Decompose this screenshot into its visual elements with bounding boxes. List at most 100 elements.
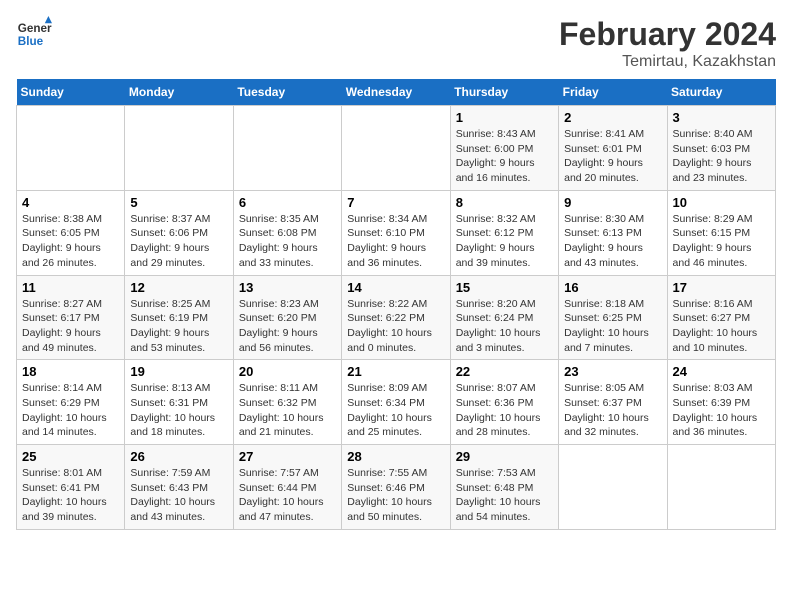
day-number: 4 [22,195,119,210]
weekday-header-row: SundayMondayTuesdayWednesdayThursdayFrid… [17,79,776,106]
calendar-cell: 2 Sunrise: 8:41 AM Sunset: 6:01 PM Daylig… [559,106,667,191]
calendar-week-row: 1Sunrise: 8:43 AM Sunset: 6:00 PM Daylig… [17,106,776,191]
calendar-body: 1Sunrise: 8:43 AM Sunset: 6:00 PM Daylig… [17,106,776,530]
day-info: Sunrise: 8:38 AM Sunset: 6:05 PM Dayligh… [22,212,119,271]
day-number: 11 [22,280,119,295]
main-title: February 2024 [559,16,776,53]
day-number: 28 [347,449,444,464]
day-info: Sunrise: 8:03 AM Sunset: 6:39 PM Dayligh… [673,381,770,440]
calendar-week-row: 18 Sunrise: 8:14 AM Sunset: 6:29 PM Dayli… [17,360,776,445]
calendar-cell: 1Sunrise: 8:43 AM Sunset: 6:00 PM Daylig… [450,106,558,191]
calendar-cell: 28 Sunrise: 7:55 AM Sunset: 6:46 PM Dayli… [342,445,450,530]
calendar-cell: 22 Sunrise: 8:07 AM Sunset: 6:36 PM Dayli… [450,360,558,445]
logo-icon: General Blue [16,16,52,52]
day-info: Sunrise: 7:55 AM Sunset: 6:46 PM Dayligh… [347,466,444,525]
day-number: 23 [564,364,661,379]
weekday-label: Wednesday [342,79,450,106]
day-number: 3 [673,110,770,125]
svg-text:Blue: Blue [18,35,44,48]
calendar-cell: 17 Sunrise: 8:16 AM Sunset: 6:27 PM Dayli… [667,275,775,360]
subtitle: Temirtau, Kazakhstan [559,53,776,71]
day-number: 6 [239,195,336,210]
calendar-cell: 5 Sunrise: 8:37 AM Sunset: 6:06 PM Daylig… [125,190,233,275]
calendar-cell [342,106,450,191]
calendar-cell: 9 Sunrise: 8:30 AM Sunset: 6:13 PM Daylig… [559,190,667,275]
day-info: Sunrise: 7:59 AM Sunset: 6:43 PM Dayligh… [130,466,227,525]
day-info: Sunrise: 8:29 AM Sunset: 6:15 PM Dayligh… [673,212,770,271]
calendar-week-row: 11 Sunrise: 8:27 AM Sunset: 6:17 PM Dayli… [17,275,776,360]
calendar-cell: 14Sunrise: 8:22 AM Sunset: 6:22 PM Dayli… [342,275,450,360]
day-info: Sunrise: 8:16 AM Sunset: 6:27 PM Dayligh… [673,297,770,356]
day-number: 16 [564,280,661,295]
calendar-cell: 7 Sunrise: 8:34 AM Sunset: 6:10 PM Daylig… [342,190,450,275]
day-info: Sunrise: 8:14 AM Sunset: 6:29 PM Dayligh… [22,381,119,440]
day-info: Sunrise: 8:37 AM Sunset: 6:06 PM Dayligh… [130,212,227,271]
calendar-cell: 13 Sunrise: 8:23 AM Sunset: 6:20 PM Dayli… [233,275,341,360]
day-info: Sunrise: 8:13 AM Sunset: 6:31 PM Dayligh… [130,381,227,440]
calendar-cell: 23 Sunrise: 8:05 AM Sunset: 6:37 PM Dayli… [559,360,667,445]
day-info: Sunrise: 8:25 AM Sunset: 6:19 PM Dayligh… [130,297,227,356]
day-info: Sunrise: 8:09 AM Sunset: 6:34 PM Dayligh… [347,381,444,440]
calendar-week-row: 4 Sunrise: 8:38 AM Sunset: 6:05 PM Daylig… [17,190,776,275]
calendar-cell: 24 Sunrise: 8:03 AM Sunset: 6:39 PM Dayli… [667,360,775,445]
weekday-label: Monday [125,79,233,106]
calendar-cell: 21Sunrise: 8:09 AM Sunset: 6:34 PM Dayli… [342,360,450,445]
calendar-cell: 3 Sunrise: 8:40 AM Sunset: 6:03 PM Daylig… [667,106,775,191]
calendar-cell [559,445,667,530]
calendar-cell: 20 Sunrise: 8:11 AM Sunset: 6:32 PM Dayli… [233,360,341,445]
weekday-label: Tuesday [233,79,341,106]
day-number: 2 [564,110,661,125]
day-info: Sunrise: 8:30 AM Sunset: 6:13 PM Dayligh… [564,212,661,271]
day-info: Sunrise: 8:41 AM Sunset: 6:01 PM Dayligh… [564,127,661,186]
calendar-cell: 29Sunrise: 7:53 AM Sunset: 6:48 PM Dayli… [450,445,558,530]
day-number: 5 [130,195,227,210]
day-number: 14 [347,280,444,295]
day-number: 27 [239,449,336,464]
day-number: 7 [347,195,444,210]
day-number: 25 [22,449,119,464]
calendar-cell: 19Sunrise: 8:13 AM Sunset: 6:31 PM Dayli… [125,360,233,445]
weekday-label: Friday [559,79,667,106]
day-number: 12 [130,280,227,295]
day-number: 17 [673,280,770,295]
day-info: Sunrise: 8:35 AM Sunset: 6:08 PM Dayligh… [239,212,336,271]
calendar-cell: 12 Sunrise: 8:25 AM Sunset: 6:19 PM Dayli… [125,275,233,360]
weekday-label: Saturday [667,79,775,106]
day-info: Sunrise: 8:01 AM Sunset: 6:41 PM Dayligh… [22,466,119,525]
day-number: 20 [239,364,336,379]
day-number: 9 [564,195,661,210]
calendar-cell: 18 Sunrise: 8:14 AM Sunset: 6:29 PM Dayli… [17,360,125,445]
day-number: 18 [22,364,119,379]
calendar-cell [125,106,233,191]
day-number: 26 [130,449,227,464]
calendar-cell: 11 Sunrise: 8:27 AM Sunset: 6:17 PM Dayli… [17,275,125,360]
day-info: Sunrise: 8:20 AM Sunset: 6:24 PM Dayligh… [456,297,553,356]
logo: General Blue [16,16,52,52]
day-info: Sunrise: 8:07 AM Sunset: 6:36 PM Dayligh… [456,381,553,440]
calendar-cell: 10 Sunrise: 8:29 AM Sunset: 6:15 PM Dayli… [667,190,775,275]
day-info: Sunrise: 8:34 AM Sunset: 6:10 PM Dayligh… [347,212,444,271]
day-number: 8 [456,195,553,210]
day-number: 29 [456,449,553,464]
calendar-cell: 8 Sunrise: 8:32 AM Sunset: 6:12 PM Daylig… [450,190,558,275]
page-header: General Blue February 2024 Temirtau, Kaz… [16,16,776,71]
day-info: Sunrise: 8:23 AM Sunset: 6:20 PM Dayligh… [239,297,336,356]
calendar-week-row: 25 Sunrise: 8:01 AM Sunset: 6:41 PM Dayli… [17,445,776,530]
calendar-cell [233,106,341,191]
day-number: 13 [239,280,336,295]
day-info: Sunrise: 8:40 AM Sunset: 6:03 PM Dayligh… [673,127,770,186]
day-number: 22 [456,364,553,379]
calendar-cell [17,106,125,191]
day-info: Sunrise: 8:32 AM Sunset: 6:12 PM Dayligh… [456,212,553,271]
day-number: 24 [673,364,770,379]
calendar-cell: 26 Sunrise: 7:59 AM Sunset: 6:43 PM Dayli… [125,445,233,530]
day-number: 10 [673,195,770,210]
day-info: Sunrise: 8:18 AM Sunset: 6:25 PM Dayligh… [564,297,661,356]
calendar-header: SundayMondayTuesdayWednesdayThursdayFrid… [17,79,776,106]
day-info: Sunrise: 8:11 AM Sunset: 6:32 PM Dayligh… [239,381,336,440]
calendar-cell [667,445,775,530]
day-info: Sunrise: 8:05 AM Sunset: 6:37 PM Dayligh… [564,381,661,440]
day-info: Sunrise: 8:27 AM Sunset: 6:17 PM Dayligh… [22,297,119,356]
calendar-cell: 16 Sunrise: 8:18 AM Sunset: 6:25 PM Dayli… [559,275,667,360]
calendar-cell: 15Sunrise: 8:20 AM Sunset: 6:24 PM Dayli… [450,275,558,360]
